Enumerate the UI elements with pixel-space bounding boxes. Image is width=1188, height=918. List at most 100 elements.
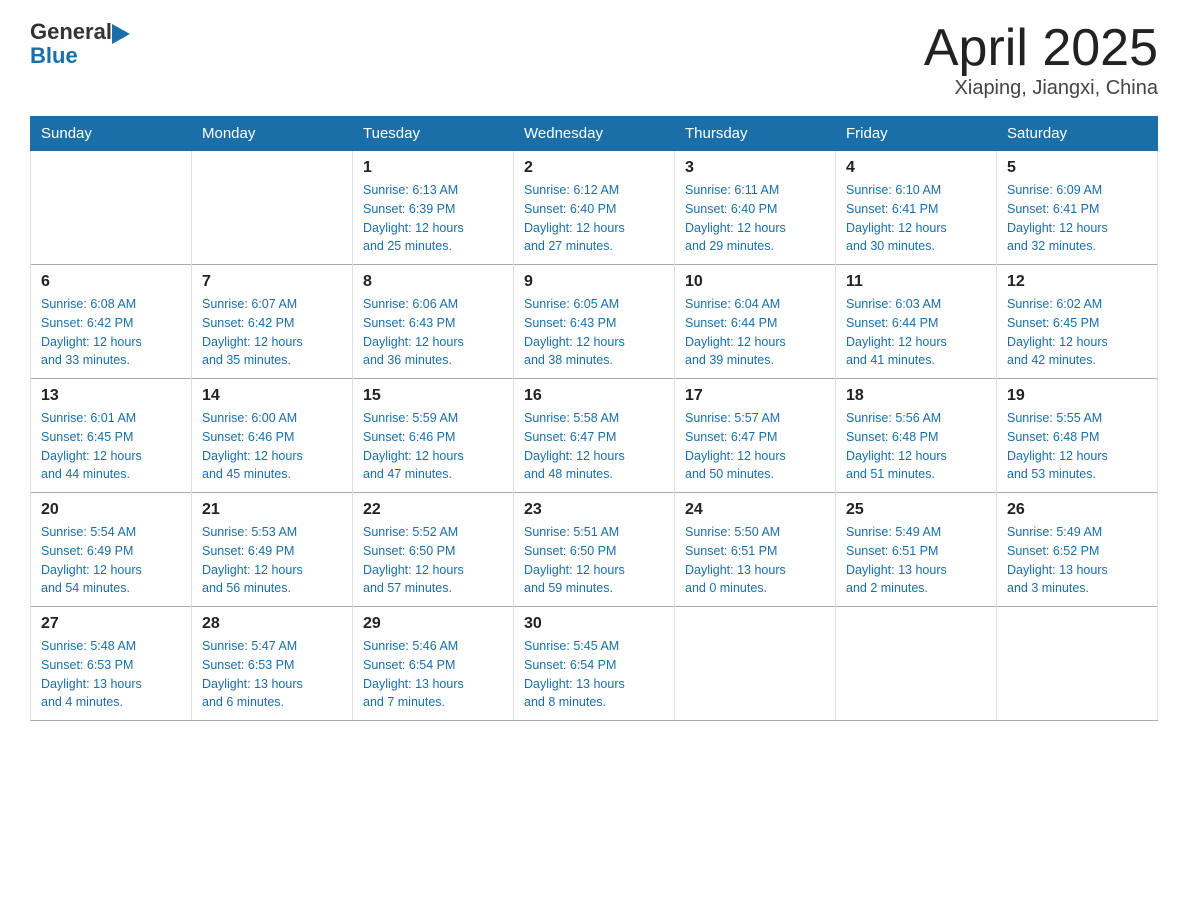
day-number: 19	[1007, 387, 1147, 405]
calendar-cell-w1-d2	[192, 151, 353, 265]
calendar-week-4: 20Sunrise: 5:54 AM Sunset: 6:49 PM Dayli…	[31, 493, 1158, 607]
calendar-cell-w3-d6: 18 Sunrise: 5:56 AM Sunset: 6:48 PM Dayli…	[836, 379, 997, 493]
day-number: 6	[41, 273, 181, 291]
calendar-cell-w3-d3: 15 Sunrise: 5:59 AM Sunset: 6:46 PM Dayli…	[353, 379, 514, 493]
logo-general-text: General	[30, 20, 112, 44]
calendar-cell-w4-d4: 23 Sunrise: 5:51 AM Sunset: 6:50 PM Dayli…	[514, 493, 675, 607]
day-number: 29	[363, 615, 503, 633]
day-number: 25	[846, 501, 986, 519]
day-number: 4	[846, 159, 986, 177]
day-info: Sunrise: 6:12 AM Sunset: 6:40 PM Dayligh…	[524, 181, 664, 256]
day-info: Sunrise: 5:50 AM Sunset: 6:51 PM Dayligh…	[685, 523, 825, 598]
day-info: Sunrise: 5:47 AM Sunset: 6:53 PM Dayligh…	[202, 637, 342, 712]
calendar-cell-w5-d6	[836, 607, 997, 721]
day-info: Sunrise: 5:46 AM Sunset: 6:54 PM Dayligh…	[363, 637, 503, 712]
day-number: 22	[363, 501, 503, 519]
calendar-cell-w5-d4: 30 Sunrise: 5:45 AM Sunset: 6:54 PM Dayli…	[514, 607, 675, 721]
day-number: 15	[363, 387, 503, 405]
calendar-cell-w4-d7: 26Sunrise: 5:49 AM Sunset: 6:52 PM Dayli…	[997, 493, 1158, 607]
logo-triangle-icon	[112, 24, 130, 44]
calendar-cell-w5-d5	[675, 607, 836, 721]
day-info: Sunrise: 5:48 AM Sunset: 6:53 PM Dayligh…	[41, 637, 181, 712]
col-thursday: Thursday	[675, 117, 836, 151]
day-info: Sunrise: 6:03 AM Sunset: 6:44 PM Dayligh…	[846, 295, 986, 370]
day-info: Sunrise: 5:45 AM Sunset: 6:54 PM Dayligh…	[524, 637, 664, 712]
day-number: 30	[524, 615, 664, 633]
calendar-cell-w2-d1: 6 Sunrise: 6:08 AM Sunset: 6:42 PM Daylig…	[31, 265, 192, 379]
day-info: Sunrise: 6:02 AM Sunset: 6:45 PM Dayligh…	[1007, 295, 1147, 370]
day-number: 9	[524, 273, 664, 291]
col-monday: Monday	[192, 117, 353, 151]
col-sunday: Sunday	[31, 117, 192, 151]
day-number: 12	[1007, 273, 1147, 291]
day-number: 27	[41, 615, 181, 633]
calendar-cell-w2-d7: 12 Sunrise: 6:02 AM Sunset: 6:45 PM Dayli…	[997, 265, 1158, 379]
calendar-cell-w3-d7: 19Sunrise: 5:55 AM Sunset: 6:48 PM Dayli…	[997, 379, 1158, 493]
calendar-week-3: 13Sunrise: 6:01 AM Sunset: 6:45 PM Dayli…	[31, 379, 1158, 493]
calendar-cell-w3-d1: 13Sunrise: 6:01 AM Sunset: 6:45 PM Dayli…	[31, 379, 192, 493]
calendar-cell-w4-d2: 21Sunrise: 5:53 AM Sunset: 6:49 PM Dayli…	[192, 493, 353, 607]
calendar-cell-w3-d4: 16Sunrise: 5:58 AM Sunset: 6:47 PM Dayli…	[514, 379, 675, 493]
day-number: 16	[524, 387, 664, 405]
day-number: 5	[1007, 159, 1147, 177]
day-info: Sunrise: 6:00 AM Sunset: 6:46 PM Dayligh…	[202, 409, 342, 484]
calendar-cell-w4-d5: 24Sunrise: 5:50 AM Sunset: 6:51 PM Dayli…	[675, 493, 836, 607]
calendar-table: Sunday Monday Tuesday Wednesday Thursday…	[30, 116, 1158, 721]
calendar-cell-w1-d5: 3 Sunrise: 6:11 AM Sunset: 6:40 PM Daylig…	[675, 151, 836, 265]
logo: General Blue	[30, 20, 130, 68]
day-info: Sunrise: 5:57 AM Sunset: 6:47 PM Dayligh…	[685, 409, 825, 484]
calendar-week-5: 27 Sunrise: 5:48 AM Sunset: 6:53 PM Dayli…	[31, 607, 1158, 721]
calendar-cell-w3-d5: 17 Sunrise: 5:57 AM Sunset: 6:47 PM Dayli…	[675, 379, 836, 493]
page-header: General Blue April 2025 Xiaping, Jiangxi…	[30, 20, 1158, 100]
calendar-cell-w4-d6: 25 Sunrise: 5:49 AM Sunset: 6:51 PM Dayli…	[836, 493, 997, 607]
day-number: 13	[41, 387, 181, 405]
day-number: 1	[363, 159, 503, 177]
calendar-week-1: 1Sunrise: 6:13 AM Sunset: 6:39 PM Daylig…	[31, 151, 1158, 265]
calendar-cell-w4-d1: 20Sunrise: 5:54 AM Sunset: 6:49 PM Dayli…	[31, 493, 192, 607]
day-info: Sunrise: 6:04 AM Sunset: 6:44 PM Dayligh…	[685, 295, 825, 370]
calendar-cell-w1-d6: 4 Sunrise: 6:10 AM Sunset: 6:41 PM Daylig…	[836, 151, 997, 265]
calendar-cell-w5-d3: 29 Sunrise: 5:46 AM Sunset: 6:54 PM Dayli…	[353, 607, 514, 721]
day-info: Sunrise: 5:51 AM Sunset: 6:50 PM Dayligh…	[524, 523, 664, 598]
day-number: 8	[363, 273, 503, 291]
day-info: Sunrise: 5:59 AM Sunset: 6:46 PM Dayligh…	[363, 409, 503, 484]
calendar-cell-w1-d4: 2 Sunrise: 6:12 AM Sunset: 6:40 PM Daylig…	[514, 151, 675, 265]
calendar-cell-w2-d6: 11 Sunrise: 6:03 AM Sunset: 6:44 PM Dayli…	[836, 265, 997, 379]
calendar-cell-w1-d3: 1Sunrise: 6:13 AM Sunset: 6:39 PM Daylig…	[353, 151, 514, 265]
day-number: 17	[685, 387, 825, 405]
day-number: 23	[524, 501, 664, 519]
day-info: Sunrise: 6:07 AM Sunset: 6:42 PM Dayligh…	[202, 295, 342, 370]
calendar-cell-w5-d2: 28Sunrise: 5:47 AM Sunset: 6:53 PM Dayli…	[192, 607, 353, 721]
day-number: 2	[524, 159, 664, 177]
col-wednesday: Wednesday	[514, 117, 675, 151]
day-number: 3	[685, 159, 825, 177]
day-info: Sunrise: 5:49 AM Sunset: 6:51 PM Dayligh…	[846, 523, 986, 598]
col-saturday: Saturday	[997, 117, 1158, 151]
title-block: April 2025 Xiaping, Jiangxi, China	[924, 20, 1158, 100]
day-number: 7	[202, 273, 342, 291]
day-info: Sunrise: 5:56 AM Sunset: 6:48 PM Dayligh…	[846, 409, 986, 484]
day-number: 20	[41, 501, 181, 519]
logo-blue-text: Blue	[30, 43, 78, 68]
day-info: Sunrise: 6:11 AM Sunset: 6:40 PM Dayligh…	[685, 181, 825, 256]
day-number: 10	[685, 273, 825, 291]
page-title: April 2025	[924, 20, 1158, 77]
col-tuesday: Tuesday	[353, 117, 514, 151]
calendar-cell-w2-d2: 7 Sunrise: 6:07 AM Sunset: 6:42 PM Daylig…	[192, 265, 353, 379]
page-subtitle: Xiaping, Jiangxi, China	[924, 77, 1158, 100]
col-friday: Friday	[836, 117, 997, 151]
day-number: 11	[846, 273, 986, 291]
day-info: Sunrise: 6:06 AM Sunset: 6:43 PM Dayligh…	[363, 295, 503, 370]
day-info: Sunrise: 6:05 AM Sunset: 6:43 PM Dayligh…	[524, 295, 664, 370]
calendar-cell-w1-d1	[31, 151, 192, 265]
calendar-cell-w5-d7	[997, 607, 1158, 721]
calendar-cell-w2-d5: 10 Sunrise: 6:04 AM Sunset: 6:44 PM Dayli…	[675, 265, 836, 379]
calendar-cell-w1-d7: 5Sunrise: 6:09 AM Sunset: 6:41 PM Daylig…	[997, 151, 1158, 265]
day-info: Sunrise: 5:52 AM Sunset: 6:50 PM Dayligh…	[363, 523, 503, 598]
calendar-cell-w2-d3: 8 Sunrise: 6:06 AM Sunset: 6:43 PM Daylig…	[353, 265, 514, 379]
day-number: 18	[846, 387, 986, 405]
day-info: Sunrise: 6:10 AM Sunset: 6:41 PM Dayligh…	[846, 181, 986, 256]
day-info: Sunrise: 6:08 AM Sunset: 6:42 PM Dayligh…	[41, 295, 181, 370]
day-info: Sunrise: 5:53 AM Sunset: 6:49 PM Dayligh…	[202, 523, 342, 598]
day-number: 26	[1007, 501, 1147, 519]
